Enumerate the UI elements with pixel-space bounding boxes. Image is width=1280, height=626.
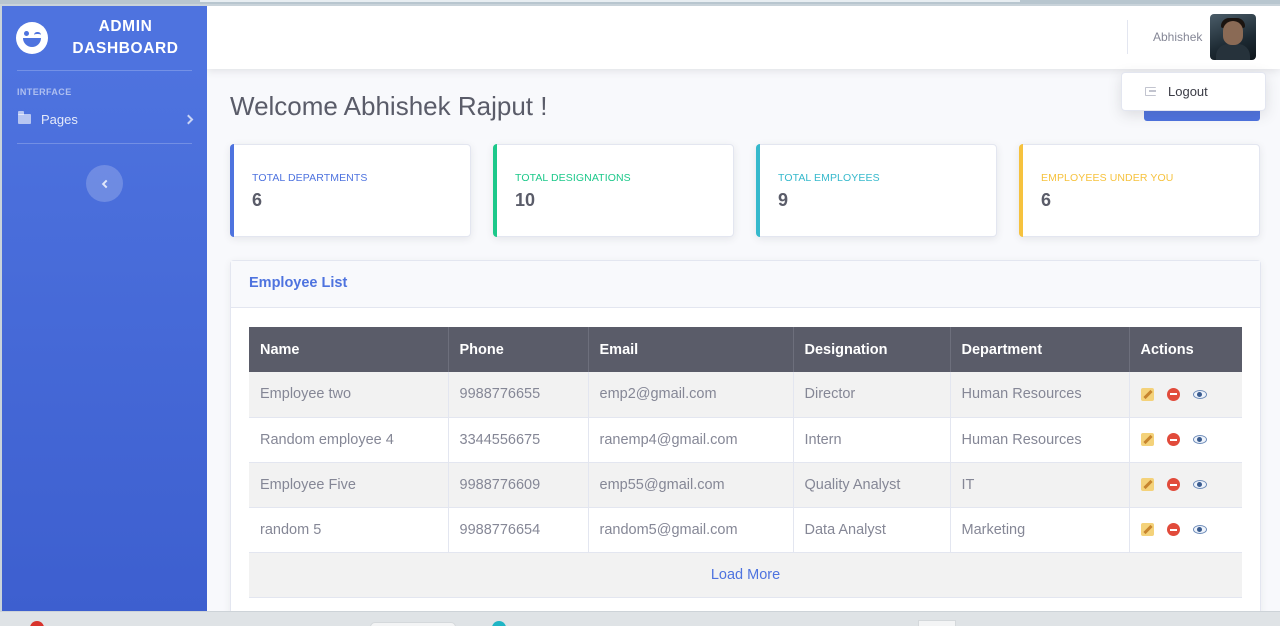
stat-value: 10 — [515, 190, 536, 210]
cell-email: random5@gmail.com — [588, 507, 794, 553]
edit-icon[interactable] — [1140, 523, 1154, 536]
cell-name: Random employee 4 — [249, 417, 449, 463]
cell-department: IT — [950, 462, 1130, 508]
folder-icon — [18, 111, 31, 124]
employee-table: Name Phone Email Designation Department … — [249, 327, 1242, 598]
sidebar-toggle-button[interactable] — [86, 165, 123, 202]
cell-name: random 5 — [249, 507, 449, 553]
cell-actions — [1129, 417, 1242, 463]
logout-menu-item[interactable]: Logout — [1168, 84, 1208, 99]
employee-list-title: Employee List — [231, 261, 1260, 308]
sidebar: ADMIN DASHBOARD INTERFACE Pages — [2, 6, 207, 611]
stat-label: TOTAL DESIGNATIONS — [515, 172, 631, 184]
topbar-divider — [1127, 20, 1128, 54]
brand-title: ADMIN DASHBOARD — [48, 16, 207, 60]
cell-designation: Intern — [793, 417, 951, 463]
load-more-row: Load More — [249, 552, 1242, 598]
column-header-phone: Phone — [448, 327, 589, 372]
stat-card-departments: TOTAL DEPARTMENTS 6 — [230, 144, 471, 237]
page-title: Welcome Abhishek Rajput ! — [230, 91, 548, 121]
stat-label: EMPLOYEES UNDER YOU — [1041, 172, 1174, 184]
column-header-email: Email — [588, 327, 794, 372]
column-header-designation: Designation — [793, 327, 951, 372]
cell-designation: Director — [793, 372, 951, 418]
sidebar-item-label: Pages — [41, 111, 78, 127]
user-name[interactable]: Abhishek — [1153, 30, 1202, 44]
delete-icon[interactable] — [1166, 387, 1180, 401]
sidebar-heading: INTERFACE — [17, 87, 72, 97]
employee-list-card: Employee List Name Phone Email Designati… — [230, 260, 1261, 611]
chevron-left-icon — [101, 179, 111, 188]
browser-top-strip — [0, 0, 1280, 4]
column-header-department: Department — [950, 327, 1130, 372]
stat-value: 6 — [252, 190, 263, 210]
cell-phone: 9988776654 — [448, 507, 589, 553]
stat-value: 6 — [1041, 190, 1052, 210]
view-icon[interactable] — [1192, 480, 1207, 489]
edit-icon[interactable] — [1140, 478, 1154, 491]
laugh-wink-icon — [16, 22, 48, 54]
load-more-link[interactable]: Load More — [249, 552, 1242, 598]
delete-icon[interactable] — [1166, 523, 1180, 536]
delete-icon[interactable] — [1166, 478, 1180, 491]
cell-actions — [1129, 507, 1242, 553]
table-row: Employee Five 9988776609 emp55@gmail.com… — [249, 462, 1242, 508]
edit-icon[interactable] — [1140, 433, 1154, 446]
cell-phone: 3344556675 — [448, 417, 589, 463]
brand-link[interactable]: ADMIN DASHBOARD — [2, 6, 207, 70]
cell-name: Employee two — [249, 372, 449, 418]
table-row: Employee two 9988776655 emp2@gmail.com D… — [249, 372, 1242, 418]
cell-phone: 9988776609 — [448, 462, 589, 508]
brand-line-1: ADMIN — [98, 18, 153, 35]
cell-actions — [1129, 462, 1242, 508]
stat-label: TOTAL DEPARTMENTS — [252, 172, 368, 184]
table-header-row: Name Phone Email Designation Department … — [249, 327, 1242, 372]
column-header-actions: Actions — [1129, 327, 1242, 372]
cell-actions — [1129, 372, 1242, 418]
column-header-name: Name — [249, 327, 449, 372]
sidebar-divider — [17, 143, 192, 144]
stat-card-employees-under-you: EMPLOYEES UNDER YOU 6 — [1019, 144, 1260, 237]
topbar: Abhishek — [207, 6, 1280, 69]
user-dropdown-menu: Logout — [1121, 72, 1266, 111]
brand-line-2: DASHBOARD — [72, 40, 179, 57]
content-wrapper: Abhishek Welcome Abhishek Rajput ! Logou… — [207, 6, 1280, 611]
cell-email: emp55@gmail.com — [588, 462, 794, 508]
edit-icon[interactable] — [1140, 387, 1154, 401]
table-row: random 5 9988776654 random5@gmail.com Da… — [249, 507, 1242, 553]
sign-out-icon — [1145, 87, 1156, 96]
cell-phone: 9988776655 — [448, 372, 589, 418]
cell-department: Marketing — [950, 507, 1130, 553]
cell-name: Employee Five — [249, 462, 449, 508]
cell-department: Human Resources — [950, 417, 1130, 463]
chevron-right-icon — [183, 114, 194, 124]
view-icon[interactable] — [1192, 435, 1207, 444]
view-icon[interactable] — [1192, 525, 1207, 534]
stat-card-employees: TOTAL EMPLOYEES 9 — [756, 144, 997, 237]
stat-label: TOTAL EMPLOYEES — [778, 172, 880, 184]
stat-card-designations: TOTAL DESIGNATIONS 10 — [493, 144, 734, 237]
cell-designation: Quality Analyst — [793, 462, 951, 508]
delete-icon[interactable] — [1166, 433, 1180, 446]
avatar[interactable] — [1210, 14, 1256, 60]
table-row: Random employee 4 3344556675 ranemp4@gma… — [249, 417, 1242, 463]
cell-email: emp2@gmail.com — [588, 372, 794, 418]
cell-email: ranemp4@gmail.com — [588, 417, 794, 463]
sidebar-item-pages[interactable]: Pages — [2, 102, 207, 136]
cell-designation: Data Analyst — [793, 507, 951, 553]
cell-department: Human Resources — [950, 372, 1130, 418]
taskbar-strip — [0, 611, 1280, 626]
stat-value: 9 — [778, 190, 789, 210]
view-icon[interactable] — [1192, 389, 1207, 399]
